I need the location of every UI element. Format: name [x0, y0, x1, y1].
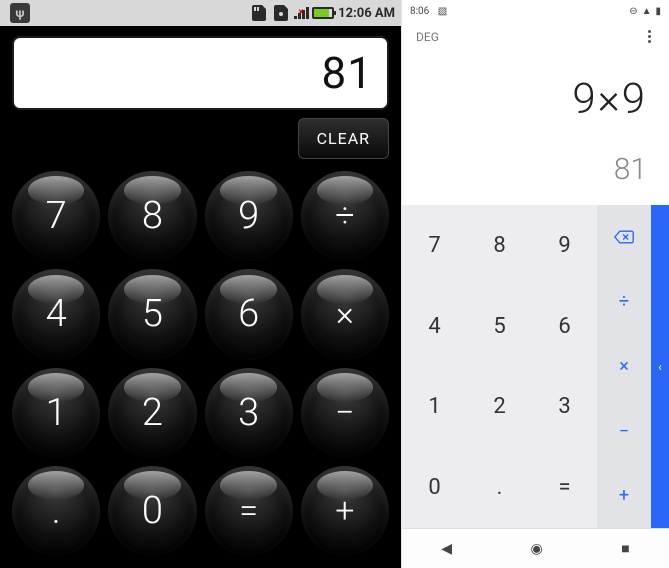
num-7[interactable]: 7	[402, 205, 467, 286]
key-divide[interactable]: ÷	[301, 171, 389, 261]
nav-recent[interactable]: ■	[621, 540, 629, 557]
key-plus[interactable]: +	[301, 466, 389, 556]
clear-button[interactable]: CLEAR	[298, 118, 389, 159]
screenshot-icon: ▧	[438, 6, 447, 17]
op-minus[interactable]: −	[597, 399, 651, 464]
no-signal-icon	[294, 7, 308, 19]
key-9[interactable]: 9	[205, 171, 293, 261]
do-not-disturb-icon: ⊖	[629, 6, 637, 17]
display-value: 81	[322, 47, 373, 99]
header: DEG	[402, 20, 669, 47]
status-time: 8:06	[410, 6, 429, 17]
keypad: 789÷ 456× 123−.0=+	[0, 165, 401, 568]
calculator-classic: ψ 12:06 AM 81 CLEAR 789÷ 456× 123−.0=+	[0, 0, 401, 568]
key-equals[interactable]: =	[205, 466, 293, 556]
num-5[interactable]: 5	[467, 286, 532, 367]
key-1[interactable]: 1	[12, 368, 100, 458]
sd-card-icon	[250, 5, 268, 21]
key-5[interactable]: 5	[108, 269, 196, 359]
num-equals[interactable]: =	[532, 447, 597, 528]
status-bar: ψ 12:06 AM	[0, 0, 401, 26]
key-6[interactable]: 6	[205, 269, 293, 359]
sim-icon	[272, 5, 290, 21]
status-bar: 8:06 ▧ ⊖ ▲ ▮	[402, 0, 669, 20]
num-3[interactable]: 3	[532, 367, 597, 448]
num-4[interactable]: 4	[402, 286, 467, 367]
num-dot[interactable]: .	[467, 447, 532, 528]
key-2[interactable]: 2	[108, 368, 196, 458]
key-4[interactable]: 4	[12, 269, 100, 359]
nav-back[interactable]: ◀	[441, 541, 452, 557]
expression: 9×9	[424, 75, 647, 124]
battery-icon	[312, 7, 334, 19]
battery-icon: ▮	[655, 6, 661, 17]
num-2[interactable]: 2	[467, 367, 532, 448]
calculator-modern: 8:06 ▧ ⊖ ▲ ▮ DEG 9×9 81 7894561230.= ÷×−…	[401, 0, 669, 568]
nav-home[interactable]: ◉	[531, 541, 543, 557]
op-plus[interactable]: +	[597, 463, 651, 528]
usb-icon: ψ	[10, 3, 30, 23]
num-8[interactable]: 8	[467, 205, 532, 286]
key-minus[interactable]: −	[301, 368, 389, 458]
display: 9×9 81	[402, 47, 669, 205]
key-multiply[interactable]: ×	[301, 269, 389, 359]
num-6[interactable]: 6	[532, 286, 597, 367]
nav-bar: ◀ ◉ ■	[402, 528, 669, 568]
key-7[interactable]: 7	[12, 171, 100, 261]
key-3[interactable]: 3	[205, 368, 293, 458]
num-9[interactable]: 9	[532, 205, 597, 286]
num-1[interactable]: 1	[402, 367, 467, 448]
keypad: 7894561230.= ÷×−+ ‹	[402, 205, 669, 528]
advanced-drawer-handle[interactable]: ‹	[651, 205, 669, 528]
op-backspace[interactable]	[597, 205, 651, 270]
key-dot[interactable]: .	[12, 466, 100, 556]
status-time: 12:06 AM	[338, 6, 395, 21]
wifi-icon: ▲	[642, 6, 652, 17]
display: 81	[12, 36, 389, 110]
key-8[interactable]: 8	[108, 171, 196, 261]
result: 81	[424, 152, 647, 187]
key-0[interactable]: 0	[108, 466, 196, 556]
op-multiply[interactable]: ×	[597, 334, 651, 399]
op-divide[interactable]: ÷	[597, 270, 651, 335]
mode-toggle[interactable]: DEG	[416, 30, 439, 44]
more-icon[interactable]	[644, 26, 655, 47]
num-0[interactable]: 0	[402, 447, 467, 528]
